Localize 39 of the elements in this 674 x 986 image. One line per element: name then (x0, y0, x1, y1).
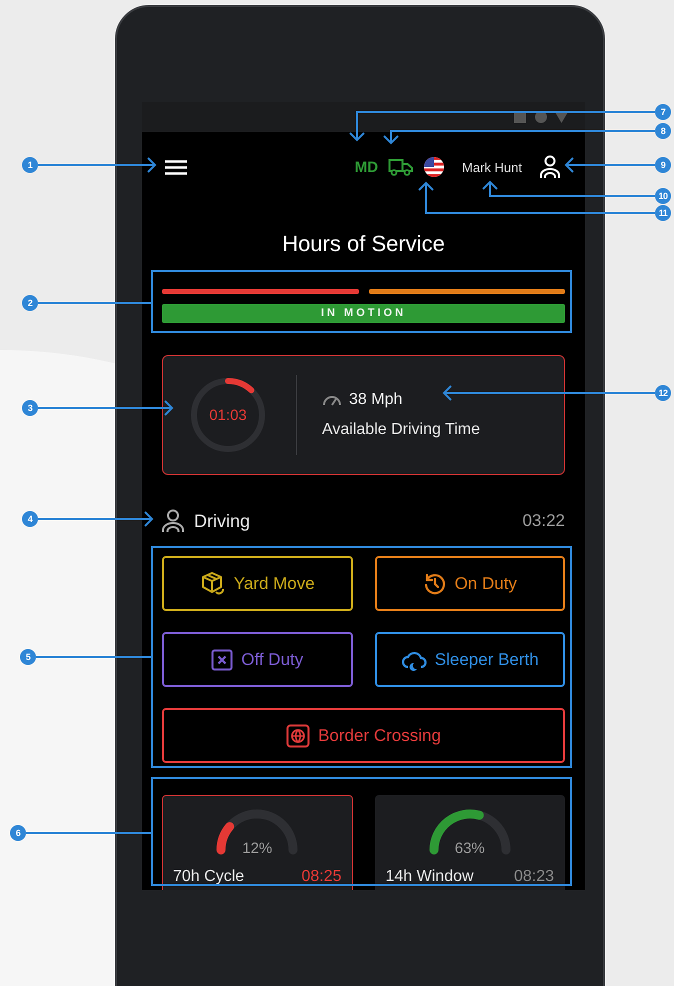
gauge-label: 70h Cycle (173, 868, 244, 886)
current-status: Driving (194, 510, 252, 532)
status-icons (513, 110, 569, 124)
gauge-time: 08:23 (514, 868, 554, 886)
time-remaining: 01:03 (209, 406, 247, 424)
gauge-time: 08:25 (301, 868, 342, 886)
truck-icon (388, 158, 414, 176)
callout-number: 7 (655, 104, 671, 120)
callout-number: 11 (655, 205, 671, 221)
user-name: Mark Hunt (462, 160, 522, 174)
speed-reading: 38 Mph (349, 391, 402, 409)
driver-icon (162, 509, 184, 533)
motion-status-bar: IN MOTION (162, 304, 565, 323)
callout-number: 2 (22, 295, 38, 311)
gauge-label: 14h Window (386, 868, 474, 886)
callout-number: 1 (22, 157, 38, 173)
speedometer-icon (322, 394, 342, 406)
page-title: Hours of Service (281, 230, 446, 258)
callout-number: 9 (655, 157, 671, 173)
callout-number: 12 (655, 385, 671, 401)
callout-number: 10 (655, 188, 671, 204)
gauge-percent: 12% (241, 840, 274, 857)
unit-label: MD (354, 158, 378, 176)
menu-icon[interactable] (165, 160, 187, 174)
profile-icon[interactable] (540, 155, 560, 179)
globe-icon (286, 724, 310, 748)
status-duration: 03:22 (522, 511, 565, 531)
gauge-percent: 63% (454, 840, 486, 857)
duty-status-button[interactable]: Border Crossing (162, 708, 565, 763)
duty-status-button[interactable]: Sleeper Berth (374, 632, 565, 687)
driving-time-label: Available Driving Time (322, 421, 480, 439)
duty-status-button[interactable]: Yard Move (162, 556, 352, 611)
flag-icon (424, 157, 444, 177)
package-icon (200, 570, 226, 596)
close-box-icon (211, 648, 234, 670)
duty-status-button[interactable]: Off Duty (162, 632, 352, 687)
history-clock-icon (422, 572, 447, 596)
callout-number: 8 (655, 123, 671, 139)
duty-status-button[interactable]: On Duty (374, 556, 565, 611)
